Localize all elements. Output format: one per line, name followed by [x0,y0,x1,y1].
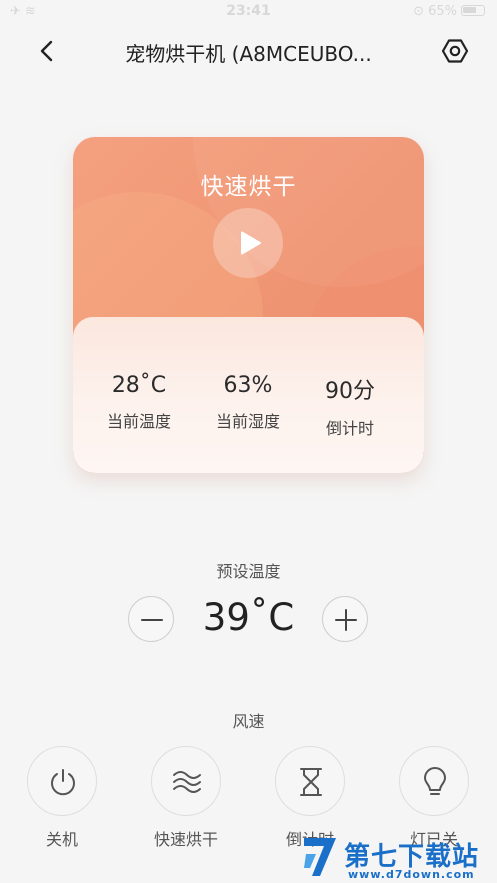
mode-card: 快速烘干 28˚C 当前温度 63% 当前湿度 90分 倒计时 [73,137,424,473]
preset-temperature-label: 预设温度 [216,562,281,581]
page-title: 宠物烘干机 (A8MCEUBO... [125,42,372,66]
hourglass-icon [300,768,322,796]
function-label: 快速烘干 [153,830,218,849]
battery-icon [461,5,485,16]
stat-label: 当前湿度 [215,412,280,431]
stat-value: 63% [223,373,273,398]
watermark-url: www.d7down.com [348,868,475,881]
chevron-left-icon [40,40,53,62]
light-circle[interactable] [399,746,469,816]
play-button[interactable] [213,208,283,278]
quick-dry-circle[interactable] [151,746,221,816]
bulb-icon [424,767,446,795]
stat-label: 倒计时 [325,419,374,438]
stat-current-humidity: 63% 当前湿度 [193,373,303,432]
back-button[interactable] [32,36,62,66]
nav-bar: 宠物烘干机 (A8MCEUBO... [0,26,497,76]
fan-speed-label: 风速 [232,712,265,731]
status-right: ⊙ 65% [413,4,485,19]
d7-logo-icon [304,838,336,876]
stat-current-temperature: 28˚C 当前温度 [84,373,194,432]
minus-icon [141,619,163,621]
stat-value: 28˚C [111,373,167,398]
wind-waves-icon [173,771,201,793]
power-icon [51,769,75,796]
card-stats-panel: 28˚C 当前温度 63% 当前湿度 90分 倒计时 [73,317,424,473]
settings-button[interactable] [440,36,470,66]
function-label: 关机 [45,830,78,849]
decrease-temperature-button[interactable] [128,596,174,642]
preset-temperature-value: 39˚C [202,596,295,639]
stat-value: 90分 [325,379,375,404]
site-watermark: 第七下载站 www.d7down.com [300,832,497,883]
battery-percent: ⊙ 65% [413,4,457,19]
stat-countdown: 90分 倒计时 [295,373,405,439]
play-icon [241,231,261,255]
increase-temperature-button[interactable] [322,596,368,642]
power-circle[interactable] [27,746,97,816]
countdown-circle[interactable] [275,746,345,816]
plus-icon [335,609,357,631]
stat-label: 当前温度 [106,412,171,431]
status-bar: ✈ ≋ 23:41 ⊙ 65% [0,0,497,26]
hexagon-settings-icon [441,39,469,63]
mode-title: 快速烘干 [200,174,297,200]
